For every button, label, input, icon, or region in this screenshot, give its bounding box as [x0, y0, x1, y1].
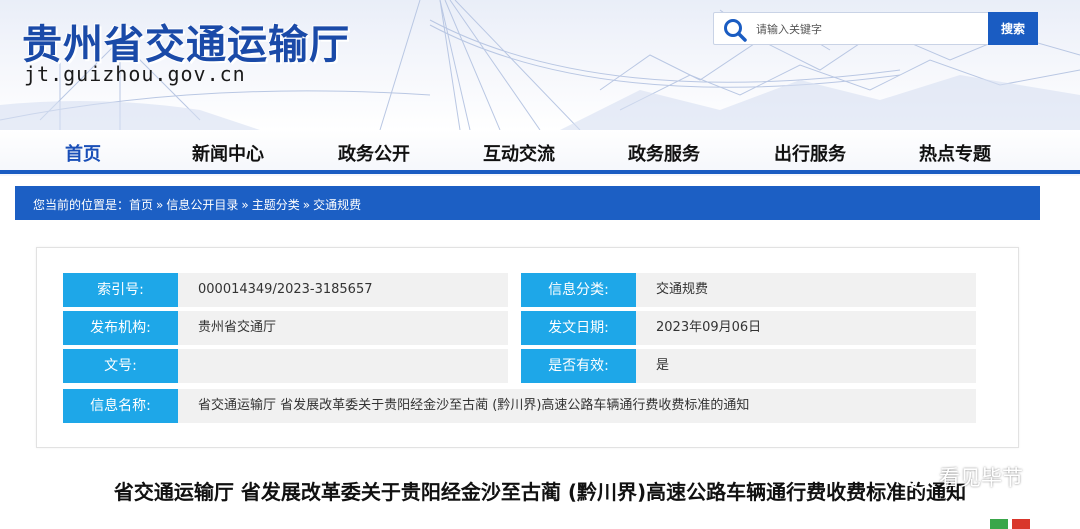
date-label: 发文日期:: [521, 311, 646, 345]
site-domain: jt.guizhou.gov.cn: [24, 62, 246, 86]
date-value: 2023年09月06日: [636, 311, 976, 345]
breadcrumb-separator: »: [156, 198, 164, 212]
breadcrumb-item-topic[interactable]: 主题分类: [252, 198, 300, 212]
docno-value: [178, 349, 508, 383]
watermark-text: 看见毕节: [939, 466, 1023, 490]
index-value: 000014349/2023-3185657: [178, 273, 508, 307]
nav-item-travel-services[interactable]: 出行服务: [774, 140, 846, 166]
share-badge-red[interactable]: [1012, 519, 1030, 529]
category-label: 信息分类:: [521, 273, 646, 307]
corner-badges: [990, 519, 1030, 529]
nav-divider: [0, 170, 1080, 174]
breadcrumb-item-home[interactable]: 首页: [129, 198, 153, 212]
info-name-label: 信息名称:: [63, 389, 188, 423]
breadcrumb-separator: »: [241, 198, 249, 212]
share-badge-green[interactable]: [990, 519, 1008, 529]
search-box: 搜索: [713, 12, 1038, 45]
category-value: 交通规费: [636, 273, 976, 307]
search-icon[interactable]: [722, 17, 748, 43]
breadcrumb: 您当前的位置是：首页» 信息公开目录» 主题分类» 交通规费: [15, 186, 1040, 220]
nav-item-topics[interactable]: 热点专题: [919, 140, 991, 166]
wechat-watermark: 看见毕节: [893, 462, 1023, 492]
index-label: 索引号:: [63, 273, 188, 307]
wechat-icon: [895, 464, 930, 489]
valid-value: 是: [636, 349, 976, 383]
search-input[interactable]: [756, 19, 984, 39]
nav-item-gov-affairs[interactable]: 政务公开: [338, 140, 410, 166]
breadcrumb-separator: »: [302, 198, 311, 212]
publisher-value: 贵州省交通厅: [178, 311, 508, 345]
header-banner: 贵州省交通运输厅 jt.guizhou.gov.cn 搜索: [0, 0, 1080, 130]
nav-item-home[interactable]: 首页: [65, 140, 101, 166]
nav-item-news[interactable]: 新闻中心: [192, 140, 264, 166]
search-button[interactable]: 搜索: [988, 12, 1038, 45]
breadcrumb-item-catalog[interactable]: 信息公开目录: [166, 198, 238, 212]
docno-label: 文号:: [63, 349, 188, 383]
nav-item-interaction[interactable]: 互动交流: [483, 140, 555, 166]
nav-item-gov-services[interactable]: 政务服务: [628, 140, 700, 166]
breadcrumb-item-current[interactable]: 交通规费: [313, 198, 361, 212]
breadcrumb-prefix: 您当前的位置是：: [33, 198, 130, 212]
valid-label: 是否有效:: [521, 349, 646, 383]
info-name-value: 省交通运输厅 省发展改革委关于贵阳经金沙至古蔺 (黔川界)高速公路车辆通行费收费…: [178, 389, 976, 423]
publisher-label: 发布机构:: [63, 311, 188, 345]
